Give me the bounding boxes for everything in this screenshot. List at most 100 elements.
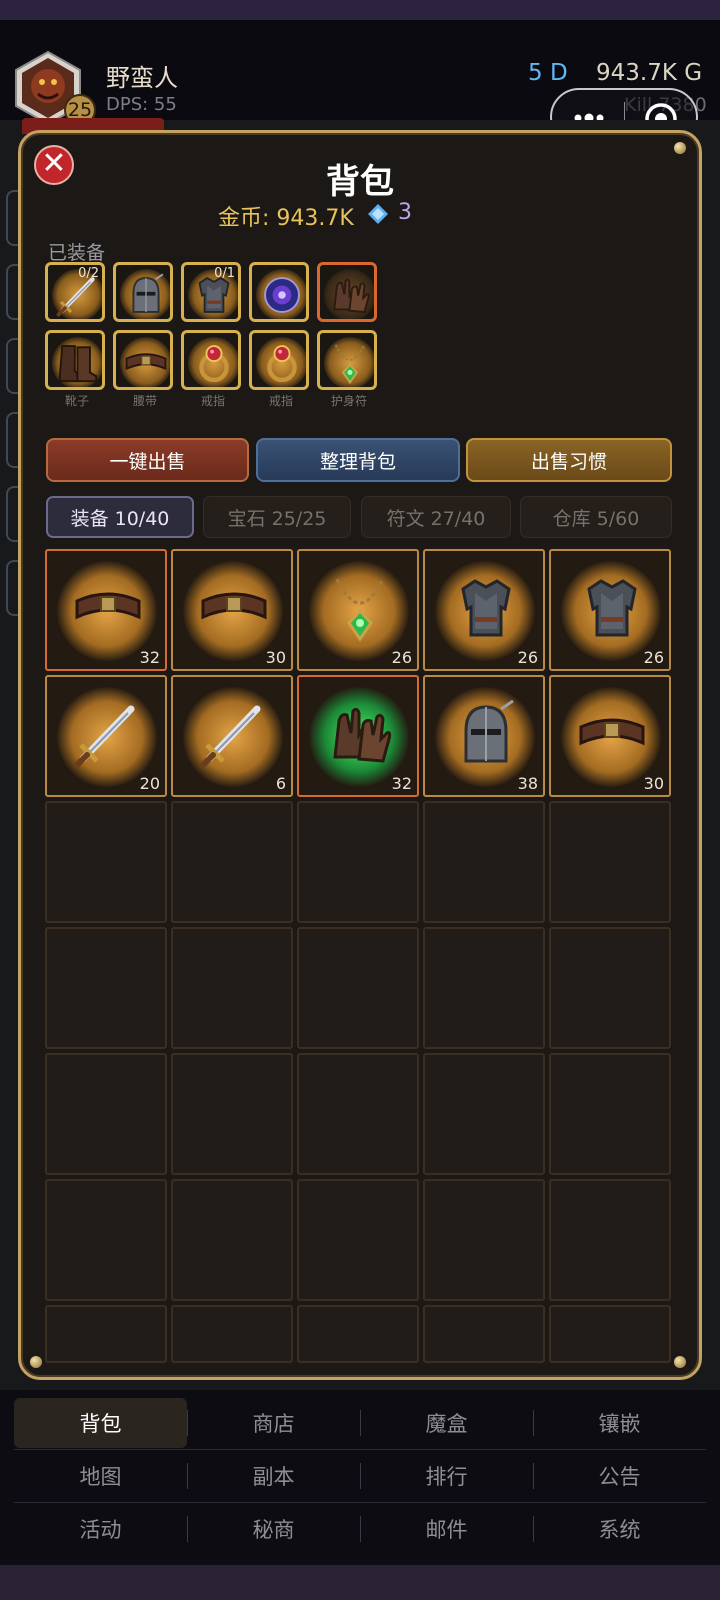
empty-slot[interactable] xyxy=(45,801,167,923)
empty-slot[interactable] xyxy=(423,1053,545,1175)
item-level: 26 xyxy=(643,648,664,667)
slot-label: 戒指 xyxy=(268,394,293,408)
panel-rivet xyxy=(674,142,686,154)
armor-icon xyxy=(587,579,637,637)
nav-item[interactable]: 活动 xyxy=(14,1504,187,1554)
equipped-slot[interactable] xyxy=(249,262,309,322)
orb-icon xyxy=(264,277,300,313)
slot-count: 0/2 xyxy=(78,266,99,281)
slot-label: 戒指 xyxy=(200,394,225,408)
empty-slot[interactable] xyxy=(549,927,671,1049)
nav-item[interactable]: 排行 xyxy=(360,1451,533,1501)
home-indicator-bar xyxy=(0,1565,720,1600)
equipped-slot[interactable]: 0/2 xyxy=(45,262,105,322)
equipped-slot[interactable] xyxy=(317,330,377,390)
tab-equipment[interactable]: 装备 10/40 xyxy=(46,496,194,538)
sell-habit-button[interactable]: 出售习惯 xyxy=(466,438,672,482)
inventory-slot[interactable]: 30 xyxy=(171,549,293,671)
nav-divider xyxy=(187,1463,188,1489)
empty-slot[interactable] xyxy=(297,801,419,923)
nav-item[interactable]: 商店 xyxy=(187,1398,360,1448)
equipped-slot[interactable]: 0/1 xyxy=(181,262,241,322)
empty-slot[interactable] xyxy=(297,1305,419,1363)
equipped-slot[interactable] xyxy=(249,330,309,390)
inventory-slot[interactable]: 32 xyxy=(45,549,167,671)
tab-runes[interactable]: 符文 27/40 xyxy=(361,496,511,538)
panel-title: 背包 xyxy=(326,162,394,202)
belt-icon xyxy=(125,353,167,371)
nav-divider xyxy=(187,1516,188,1542)
nav-item[interactable]: 镶嵌 xyxy=(533,1398,706,1448)
empty-slot[interactable] xyxy=(549,1305,671,1363)
inventory-slot[interactable]: 26 xyxy=(549,549,671,671)
nav-item[interactable]: 邮件 xyxy=(360,1504,533,1554)
sell-all-button[interactable]: 一键出售 xyxy=(46,438,249,482)
equipped-slot[interactable] xyxy=(317,262,377,322)
panel-rivet xyxy=(30,1356,42,1368)
ring-icon xyxy=(267,345,297,383)
hero-dps: DPS: 55 xyxy=(106,94,177,115)
empty-slot[interactable] xyxy=(423,927,545,1049)
gem-icon xyxy=(368,204,388,224)
nav-item[interactable]: 背包 xyxy=(14,1398,187,1448)
nav-divider xyxy=(533,1516,534,1542)
empty-slot[interactable] xyxy=(297,927,419,1049)
inventory-slot[interactable]: 20 xyxy=(45,675,167,797)
nav-divider xyxy=(533,1410,534,1436)
nav-item[interactable]: 公告 xyxy=(533,1451,706,1501)
inventory-slot[interactable]: 26 xyxy=(297,549,419,671)
empty-slot[interactable] xyxy=(171,801,293,923)
empty-slot[interactable] xyxy=(423,1305,545,1363)
equipped-slot[interactable] xyxy=(181,330,241,390)
empty-slot[interactable] xyxy=(45,927,167,1049)
empty-slot[interactable] xyxy=(171,1305,293,1363)
empty-slot[interactable] xyxy=(45,1305,167,1363)
slot-label: 靴子 xyxy=(64,394,89,408)
empty-slot[interactable] xyxy=(549,1179,671,1301)
nav-item[interactable]: 魔盒 xyxy=(360,1398,533,1448)
gloves-icon xyxy=(333,707,392,763)
tab-warehouse[interactable]: 仓库 5/60 xyxy=(520,496,672,538)
coin-balance: 金币: 943.7K xyxy=(218,206,354,231)
nav-item[interactable]: 副本 xyxy=(187,1451,360,1501)
tab-gems[interactable]: 宝石 25/25 xyxy=(203,496,351,538)
empty-slot[interactable] xyxy=(549,801,671,923)
item-level: 26 xyxy=(391,648,412,667)
item-level: 6 xyxy=(275,774,286,793)
panel-rivet xyxy=(674,1356,686,1368)
gloves-icon xyxy=(333,278,370,313)
inventory-slot[interactable]: 32 xyxy=(297,675,419,797)
equipped-slot[interactable] xyxy=(113,262,173,322)
inventory-slot[interactable]: 6 xyxy=(171,675,293,797)
nav-item[interactable]: 地图 xyxy=(14,1451,187,1501)
hero-header: 25 野蛮人 DPS: 55 5 D 943.7K G Kill 7380 xyxy=(0,20,720,146)
inventory-slot[interactable]: 38 xyxy=(423,675,545,797)
bottom-nav: 背包 商店 魔盒 镶嵌 地图 副本 排行 公告 活动 秘商 邮件 系统 xyxy=(0,1390,720,1565)
nav-divider xyxy=(360,1516,361,1542)
nav-divider xyxy=(360,1463,361,1489)
empty-slot[interactable] xyxy=(45,1053,167,1175)
sort-bag-button[interactable]: 整理背包 xyxy=(256,438,460,482)
inventory-slot[interactable]: 26 xyxy=(423,549,545,671)
armor-icon xyxy=(461,579,511,637)
empty-slot[interactable] xyxy=(171,927,293,1049)
nav-item[interactable]: 秘商 xyxy=(187,1504,360,1554)
nav-row: 背包 商店 魔盒 镶嵌 xyxy=(14,1398,706,1448)
empty-slot[interactable] xyxy=(549,1053,671,1175)
nav-item[interactable]: 系统 xyxy=(533,1504,706,1554)
empty-slot[interactable] xyxy=(423,1179,545,1301)
equipped-slot[interactable] xyxy=(45,330,105,390)
empty-slot[interactable] xyxy=(423,801,545,923)
empty-slot[interactable] xyxy=(297,1053,419,1175)
item-level: 32 xyxy=(391,774,412,793)
nav-row-divider xyxy=(14,1449,706,1450)
empty-slot[interactable] xyxy=(171,1179,293,1301)
empty-slot[interactable] xyxy=(297,1179,419,1301)
equipped-slot[interactable] xyxy=(113,330,173,390)
empty-slot[interactable] xyxy=(45,1179,167,1301)
empty-slot[interactable] xyxy=(171,1053,293,1175)
item-level: 38 xyxy=(517,774,538,793)
inventory-slot[interactable]: 30 xyxy=(549,675,671,797)
nav-divider xyxy=(533,1463,534,1489)
hero-name: 野蛮人 xyxy=(106,64,178,92)
